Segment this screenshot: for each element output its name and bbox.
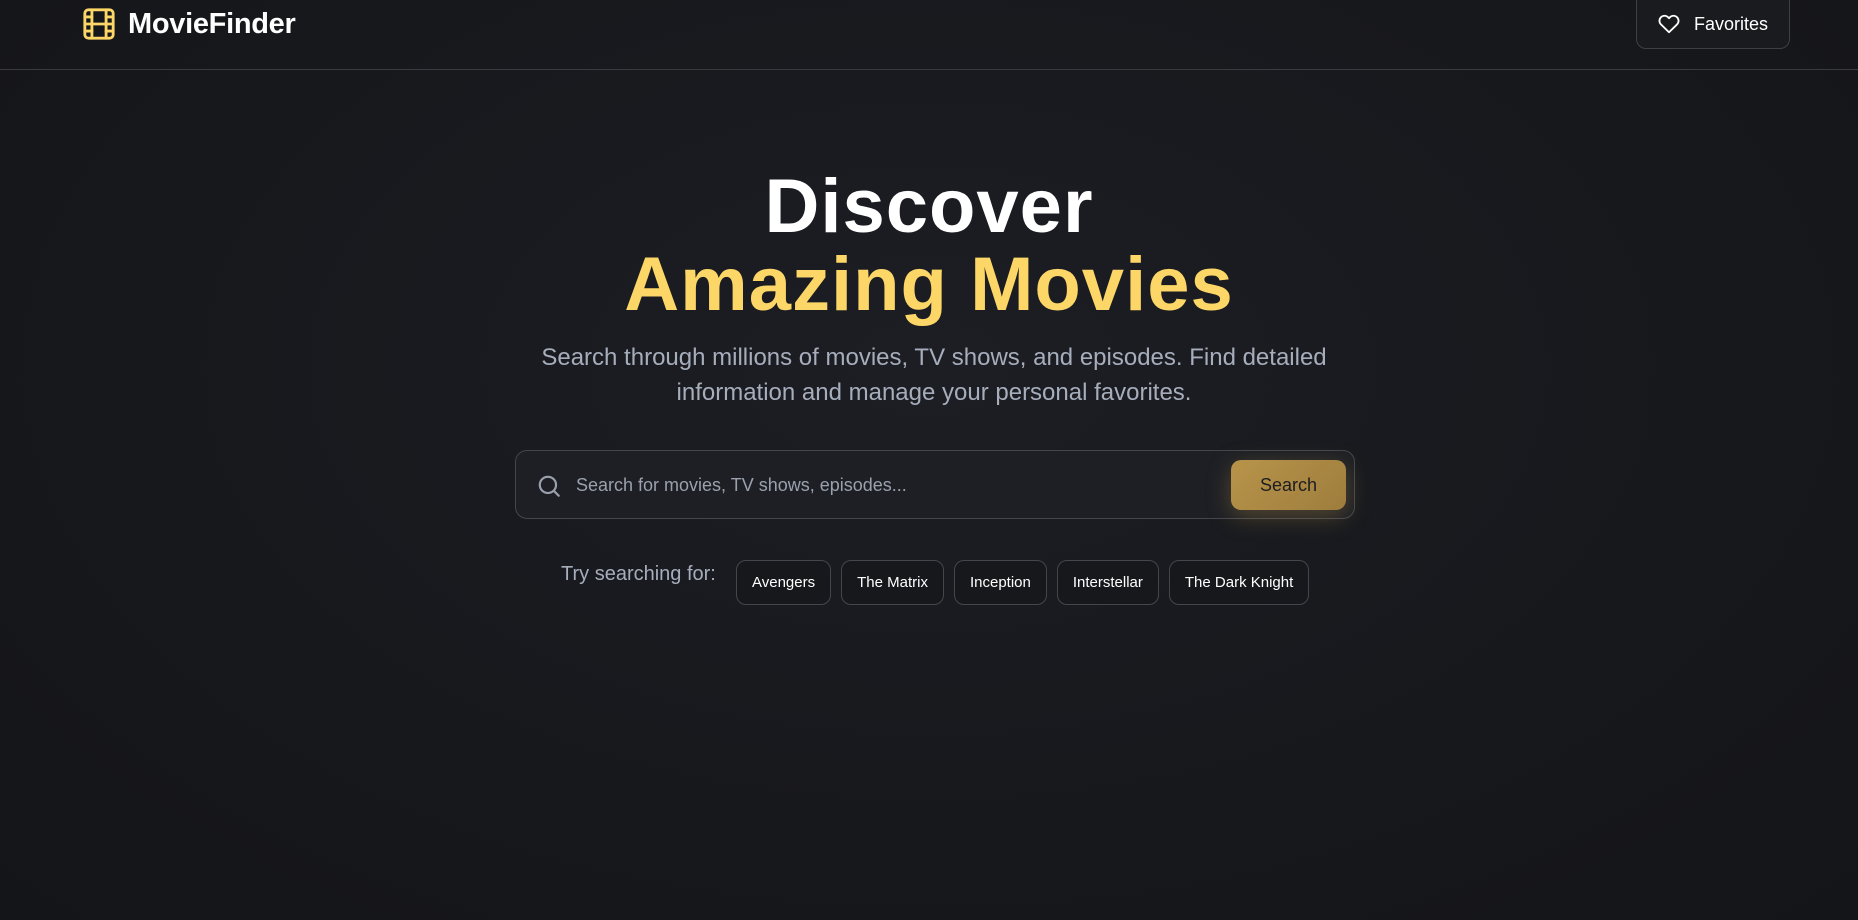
search-button[interactable]: Search <box>1231 460 1346 510</box>
hero-title-line2: Amazing Movies <box>624 242 1234 327</box>
search-bar: Search <box>515 450 1355 519</box>
brand[interactable]: MovieFinder <box>82 6 296 42</box>
film-icon <box>82 7 116 41</box>
favorites-label: Favorites <box>1693 13 1769 34</box>
search-input[interactable] <box>576 465 1216 505</box>
suggestion-chips: Avengers The Matrix Inception Interstell… <box>736 560 1310 605</box>
suggestion-chip-inception[interactable]: Inception <box>953 560 1047 605</box>
hero-subtitle: Search through millions of movies, TV sh… <box>541 344 1327 406</box>
heart-icon <box>1658 13 1680 35</box>
hero-title: Discover Amazing Movies <box>0 168 1858 324</box>
suggestion-chip-interstellar[interactable]: Interstellar <box>1056 560 1159 605</box>
brand-name: MovieFinder <box>128 7 296 40</box>
suggestion-chip-avengers[interactable]: Avengers <box>736 560 832 605</box>
search-icon <box>536 473 562 499</box>
suggestion-chip-the-dark-knight[interactable]: The Dark Knight <box>1168 560 1310 605</box>
page: MovieFinder Favorites Discover Amazing M… <box>0 0 1858 920</box>
suggestion-chip-the-matrix[interactable]: The Matrix <box>841 560 944 605</box>
top-nav: MovieFinder Favorites <box>0 0 1858 70</box>
suggestions-label: Try searching for: <box>561 563 716 585</box>
favorites-button[interactable]: Favorites <box>1636 0 1790 49</box>
hero-title-line1: Discover <box>764 164 1094 249</box>
